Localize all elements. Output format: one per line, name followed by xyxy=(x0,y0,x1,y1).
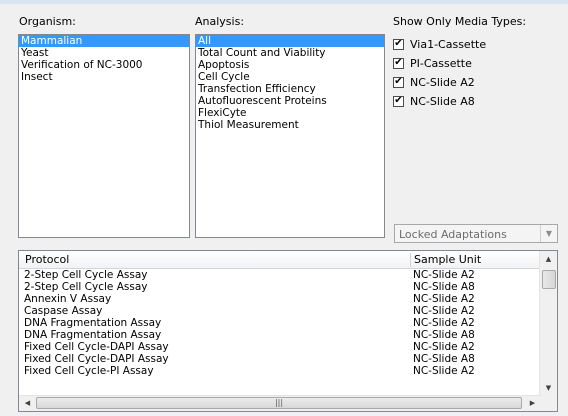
organism-list-item[interactable]: Insect xyxy=(19,71,189,83)
analysis-list-item[interactable]: Apoptosis xyxy=(196,59,384,71)
analysis-list-item[interactable]: Transfection Efficiency xyxy=(196,83,384,95)
arrow-left-icon[interactable]: ◀ xyxy=(19,396,36,410)
sample-unit-cell: NC-Slide A2 xyxy=(413,365,475,377)
table-row[interactable]: Annexin V Assay NC-Slide A2 xyxy=(19,293,541,305)
locked-adaptations-dropdown[interactable]: Locked Adaptations ▼ xyxy=(394,224,558,243)
protocol-cell: Caspase Assay xyxy=(24,305,103,317)
media-type-checkbox-row[interactable]: ✔ NC-Slide A2 xyxy=(393,74,475,90)
column-header-sample-unit[interactable]: Sample Unit xyxy=(408,251,481,268)
media-type-checkbox-row[interactable]: ✔ PI-Cassette xyxy=(393,55,472,71)
arrow-down-icon[interactable]: ▼ xyxy=(540,380,557,396)
table-row[interactable]: Caspase Assay NC-Slide A2 xyxy=(19,305,541,317)
media-type-label: NC-Slide A2 xyxy=(410,75,475,89)
protocol-cell: Fixed Cell Cycle-DAPI Assay xyxy=(24,341,169,353)
analysis-list-item[interactable]: Thiol Measurement xyxy=(196,119,384,131)
sample-unit-cell: NC-Slide A2 xyxy=(413,317,475,329)
analysis-list-item[interactable]: Autofluorescent Proteins xyxy=(196,95,384,107)
checkmark-icon: ✔ xyxy=(394,76,403,87)
media-type-checkbox-row[interactable]: ✔ Via1-Cassette xyxy=(393,36,486,52)
analysis-list-item[interactable]: Total Count and Viability xyxy=(196,47,384,59)
sample-unit-cell: NC-Slide A8 xyxy=(413,329,475,341)
table-row[interactable]: Fixed Cell Cycle-PI Assay NC-Slide A2 xyxy=(19,365,541,377)
protocol-cell: DNA Fragmentation Assay xyxy=(24,317,162,329)
column-header-protocol[interactable]: Protocol xyxy=(19,251,69,268)
vertical-scroll-thumb[interactable] xyxy=(542,270,556,289)
table-row[interactable]: Fixed Cell Cycle-DAPI Assay NC-Slide A2 xyxy=(19,341,541,353)
window-top-border xyxy=(0,0,568,4)
sample-unit-cell: NC-Slide A8 xyxy=(413,281,475,293)
table-row[interactable]: 2-Step Cell Cycle Assay NC-Slide A8 xyxy=(19,281,541,293)
analysis-list-item[interactable]: FlexiCyte xyxy=(196,107,384,119)
sample-unit-cell: NC-Slide A8 xyxy=(413,353,475,365)
protocol-cell: 2-Step Cell Cycle Assay xyxy=(24,269,148,281)
checkbox[interactable]: ✔ xyxy=(393,95,404,107)
checkmark-icon: ✔ xyxy=(394,38,403,49)
checkbox[interactable]: ✔ xyxy=(393,38,404,50)
sample-unit-cell: NC-Slide A2 xyxy=(413,293,475,305)
analysis-listbox[interactable]: All Total Count and Viability Apoptosis Cel… xyxy=(195,34,385,238)
media-type-label: PI-Cassette xyxy=(410,56,472,70)
table-row[interactable]: DNA Fragmentation Assay NC-Slide A8 xyxy=(19,329,541,341)
protocol-cell: Fixed Cell Cycle-DAPI Assay xyxy=(24,353,169,365)
checkmark-icon: ✔ xyxy=(394,95,403,106)
horizontal-scrollbar[interactable]: ◀ ||| ▶ xyxy=(19,395,541,411)
organism-listbox[interactable]: Mammalian Yeast Verification of NC-3000 Ins… xyxy=(18,34,190,238)
locked-adaptations-value: Locked Adaptations xyxy=(399,228,507,241)
checkmark-icon: ✔ xyxy=(394,57,403,68)
table-row[interactable]: 2-Step Cell Cycle Assay NC-Slide A2 xyxy=(19,269,541,281)
media-type-label: Via1-Cassette xyxy=(410,37,487,51)
table-row[interactable]: DNA Fragmentation Assay NC-Slide A2 xyxy=(19,317,541,329)
media-type-label: NC-Slide A8 xyxy=(410,94,475,108)
sample-unit-cell: NC-Slide A2 xyxy=(413,305,475,317)
media-types-label: Show Only Media Types: xyxy=(393,15,527,28)
arrow-right-icon[interactable]: ▶ xyxy=(524,396,541,410)
organism-list-item[interactable]: Yeast xyxy=(19,47,189,59)
analysis-label: Analysis: xyxy=(195,15,245,28)
vertical-scrollbar[interactable]: ▲ ▼ xyxy=(539,251,557,396)
sample-unit-cell: NC-Slide A2 xyxy=(413,341,475,353)
protocol-table: Protocol Sample Unit 2-Step Cell Cycle A… xyxy=(18,250,558,412)
protocol-cell: DNA Fragmentation Assay xyxy=(24,329,162,341)
protocol-cell: 2-Step Cell Cycle Assay xyxy=(24,281,148,293)
table-row[interactable]: Fixed Cell Cycle-DAPI Assay NC-Slide A8 xyxy=(19,353,541,365)
protocol-table-header: Protocol Sample Unit xyxy=(19,251,541,269)
sample-unit-cell: NC-Slide A2 xyxy=(413,269,475,281)
checkbox[interactable]: ✔ xyxy=(393,57,404,69)
organism-list-item[interactable]: Mammalian xyxy=(19,35,189,47)
analysis-list-item[interactable]: All xyxy=(196,35,384,47)
horizontal-scroll-thumb[interactable]: ||| xyxy=(36,397,522,409)
checkbox[interactable]: ✔ xyxy=(393,76,404,88)
chevron-down-icon[interactable]: ▼ xyxy=(540,225,557,242)
scrollbar-corner xyxy=(540,396,557,411)
analysis-list-item[interactable]: Cell Cycle xyxy=(196,71,384,83)
media-type-checkbox-row[interactable]: ✔ NC-Slide A8 xyxy=(393,93,475,109)
organism-label: Organism: xyxy=(19,15,76,28)
protocol-table-body: 2-Step Cell Cycle Assay NC-Slide A2 2-Step… xyxy=(19,269,541,397)
arrow-up-icon[interactable]: ▲ xyxy=(540,251,557,267)
protocol-cell: Annexin V Assay xyxy=(24,293,112,305)
organism-list-item[interactable]: Verification of NC-3000 xyxy=(19,59,189,71)
protocol-cell: Fixed Cell Cycle-PI Assay xyxy=(24,365,154,377)
